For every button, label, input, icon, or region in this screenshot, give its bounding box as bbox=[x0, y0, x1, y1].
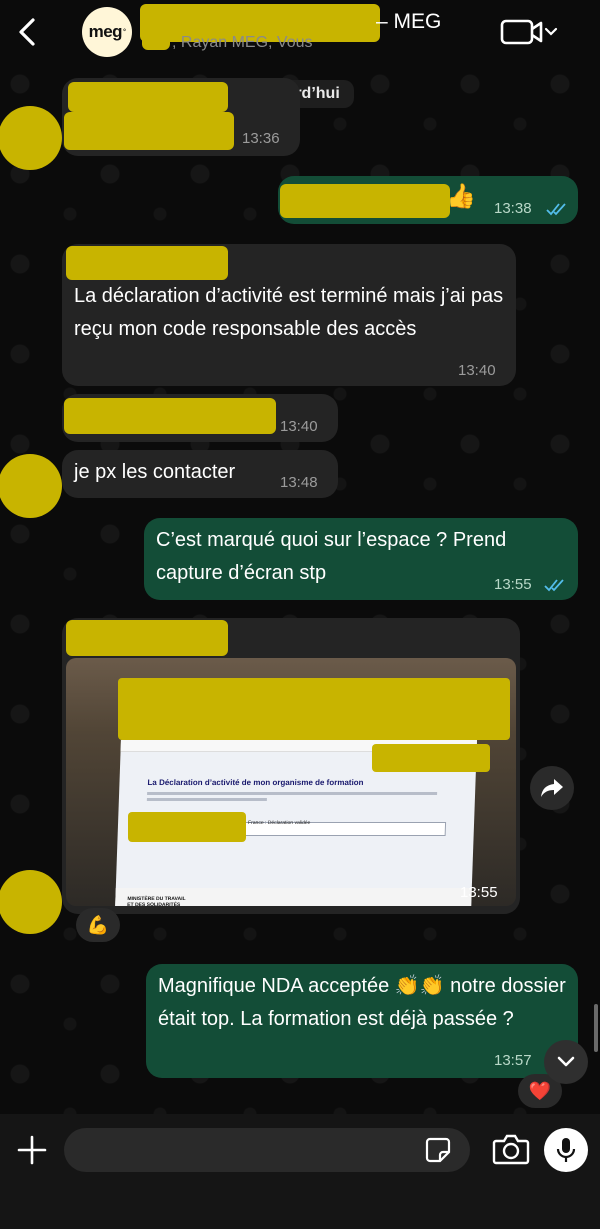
video-camera-icon bbox=[500, 19, 558, 45]
photo-footer: MINISTÈRE DU TRAVAIL ET DES SOLIDARITÉS bbox=[115, 888, 472, 906]
redacted-photo-area bbox=[128, 812, 246, 842]
redacted-message-text bbox=[64, 112, 234, 150]
scroll-down-button[interactable] bbox=[544, 1040, 588, 1084]
message-time: 13:48 bbox=[280, 474, 318, 491]
redacted-message-text bbox=[280, 184, 450, 218]
back-button[interactable] bbox=[14, 16, 42, 48]
message-reaction[interactable]: 💪 bbox=[76, 908, 120, 942]
photo-ministry-logo: MINISTÈRE DU TRAVAIL ET DES SOLIDARITÉS bbox=[127, 896, 186, 906]
message-bubble-incoming[interactable]: 13:40 bbox=[62, 394, 338, 442]
camera-icon bbox=[492, 1134, 530, 1165]
photo-text-line bbox=[147, 792, 438, 795]
message-text: La déclaration d’activité est terminé ma… bbox=[74, 285, 504, 340]
group-logo-text: meg bbox=[88, 22, 123, 41]
message-input[interactable] bbox=[64, 1128, 470, 1172]
group-logo-mark: ° bbox=[123, 28, 126, 36]
message-time: 13:40 bbox=[458, 362, 496, 379]
camera-button[interactable] bbox=[492, 1132, 530, 1166]
thumbs-up-emoji: 👍 bbox=[446, 182, 476, 210]
read-ticks-icon bbox=[546, 203, 566, 216]
read-ticks-icon bbox=[544, 579, 564, 592]
redacted-photo-area bbox=[118, 678, 510, 740]
forward-button[interactable] bbox=[530, 766, 574, 810]
microphone-icon bbox=[556, 1138, 576, 1162]
chat-header: meg ° – MEG , Rayan MEG, Vous bbox=[0, 0, 600, 64]
chevron-left-icon bbox=[19, 18, 35, 46]
home-indicator-area bbox=[0, 1214, 600, 1229]
photo-status-text: France : Déclaration validée bbox=[247, 820, 311, 826]
sticker-icon bbox=[425, 1137, 451, 1163]
redacted-photo-area bbox=[372, 744, 490, 772]
group-avatar[interactable]: meg ° bbox=[82, 7, 132, 57]
scrollbar[interactable] bbox=[594, 1004, 598, 1052]
message-time: 13:40 bbox=[280, 418, 318, 435]
message-time: 13:36 bbox=[242, 130, 280, 147]
composer-bar bbox=[0, 1114, 600, 1229]
message-bubble-outgoing[interactable]: C’est marqué quoi sur l’espace ? Prend c… bbox=[144, 518, 578, 600]
message-time: 13:57 bbox=[494, 1052, 532, 1069]
shared-photo[interactable]: La Déclaration d’activité de mon organis… bbox=[66, 658, 516, 906]
chevron-down-icon bbox=[557, 1056, 575, 1067]
redacted-sender bbox=[66, 620, 228, 656]
message-time: 13:55 bbox=[460, 884, 498, 901]
redacted-member-name bbox=[142, 34, 170, 50]
message-text: je px les contacter bbox=[74, 461, 236, 483]
attach-button[interactable] bbox=[16, 1134, 48, 1166]
message-bubble-incoming[interactable]: 13:36 bbox=[62, 78, 300, 156]
message-bubble-outgoing[interactable]: Magnifique NDA acceptée 👏👏 notre dossier… bbox=[146, 964, 578, 1078]
group-members: , Rayan MEG, Vous bbox=[172, 34, 313, 51]
message-bubble-incoming[interactable]: je px les contacter 13:48 bbox=[62, 450, 338, 498]
sender-avatar[interactable] bbox=[0, 870, 62, 934]
message-time: 13:55 bbox=[494, 576, 532, 593]
video-call-button[interactable] bbox=[500, 18, 560, 46]
redacted-message-text bbox=[64, 398, 276, 434]
flexed-biceps-emoji: 💪 bbox=[86, 914, 110, 936]
photo-text-line bbox=[146, 798, 267, 801]
message-bubble-incoming[interactable]: La déclaration d’activité est terminé ma… bbox=[62, 244, 516, 386]
red-heart-emoji: ❤️ bbox=[528, 1080, 552, 1102]
redacted-sender bbox=[68, 82, 228, 112]
forward-arrow-icon bbox=[541, 779, 563, 797]
message-text: Magnifique NDA acceptée 👏👏 notre dossier… bbox=[158, 975, 566, 1030]
voice-message-button[interactable] bbox=[544, 1128, 588, 1172]
message-time: 13:38 bbox=[494, 200, 532, 217]
redacted-sender bbox=[66, 246, 228, 280]
sender-avatar[interactable] bbox=[0, 454, 62, 518]
plus-icon bbox=[17, 1135, 47, 1165]
group-title[interactable]: – MEG bbox=[376, 10, 441, 34]
message-bubble-outgoing[interactable]: 👍 13:38 bbox=[278, 176, 578, 224]
photo-page-title: La Déclaration d’activité de mon organis… bbox=[147, 778, 364, 787]
sender-avatar[interactable] bbox=[0, 106, 62, 170]
sticker-button[interactable] bbox=[424, 1136, 452, 1164]
